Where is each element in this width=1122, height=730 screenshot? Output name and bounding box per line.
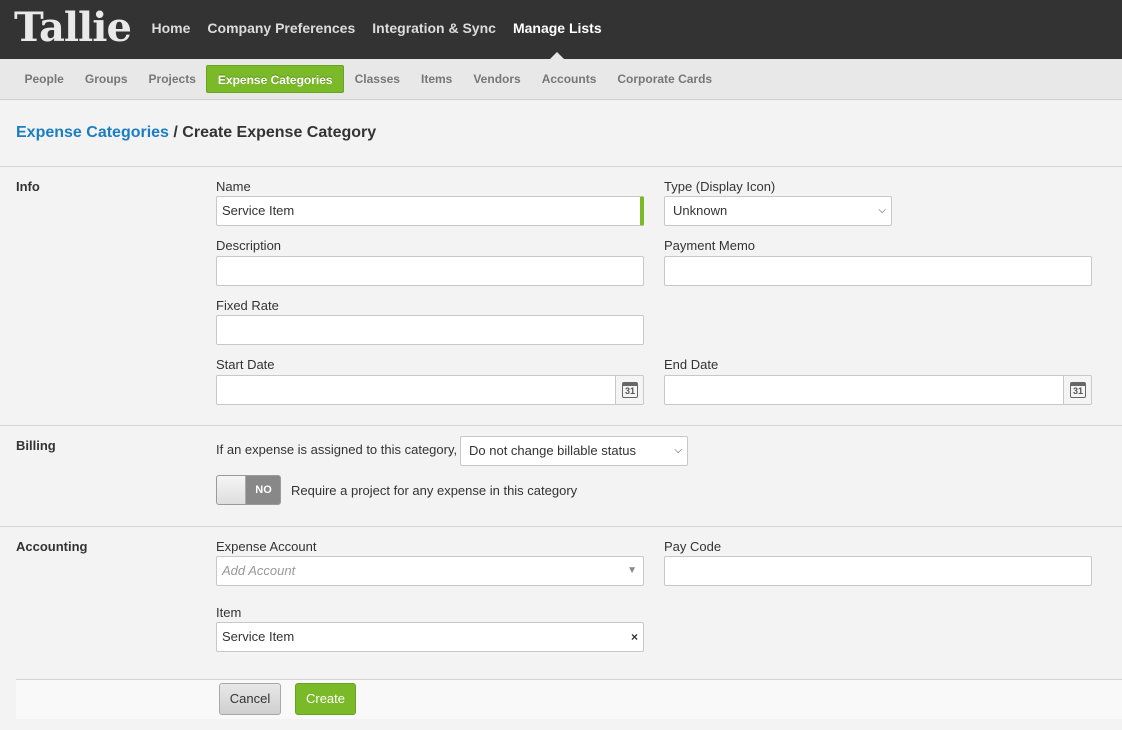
end-date-label: End Date bbox=[664, 357, 719, 372]
chevron-down-icon: ⌵ bbox=[674, 445, 682, 456]
toggle-state: NO bbox=[255, 484, 272, 496]
subnav-people[interactable]: People bbox=[14, 65, 74, 93]
require-project-text: Require a project for any expense in thi… bbox=[291, 483, 578, 498]
caret-down-icon: ▼ bbox=[627, 565, 637, 576]
type-select[interactable]: Unknown ⌵ bbox=[664, 196, 892, 226]
main-nav: Home Company Preferences Integration & S… bbox=[143, 0, 610, 59]
expense-account-placeholder: Add Account bbox=[222, 563, 296, 578]
subnav-classes[interactable]: Classes bbox=[344, 65, 410, 93]
tallie-logo[interactable]: Tallie bbox=[14, 6, 132, 50]
section-info-label: Info bbox=[16, 179, 40, 194]
nav-integration-sync[interactable]: Integration & Sync bbox=[364, 0, 505, 59]
create-button[interactable]: Create bbox=[295, 683, 356, 715]
subnav-vendors[interactable]: Vendors bbox=[463, 65, 531, 93]
type-label: Type (Display Icon) bbox=[664, 179, 776, 194]
nav-home[interactable]: Home bbox=[143, 0, 199, 59]
name-input[interactable]: Service Item bbox=[216, 196, 644, 226]
fixed-rate-input[interactable] bbox=[216, 315, 644, 345]
nav-manage-lists[interactable]: Manage Lists bbox=[504, 0, 610, 59]
cancel-button[interactable]: Cancel bbox=[219, 683, 281, 715]
billable-status-value: Do not change billable status bbox=[469, 443, 636, 458]
end-date-calendar-button[interactable]: 31 bbox=[1063, 376, 1091, 404]
calendar-icon: 31 bbox=[622, 382, 638, 398]
subnav-expense-categories[interactable]: Expense Categories bbox=[206, 65, 345, 93]
pay-code-input[interactable] bbox=[664, 556, 1092, 586]
subnav-groups[interactable]: Groups bbox=[74, 65, 138, 93]
item-select[interactable]: Service Item × bbox=[216, 622, 644, 652]
chevron-down-icon: ⌵ bbox=[878, 205, 886, 216]
start-date-label: Start Date bbox=[216, 357, 275, 372]
billable-status-select[interactable]: Do not change billable status ⌵ bbox=[460, 436, 688, 466]
section-accounting-label: Accounting bbox=[16, 539, 88, 554]
breadcrumb-link-expense-categories[interactable]: Expense Categories bbox=[16, 124, 169, 141]
description-label: Description bbox=[216, 238, 282, 253]
payment-memo-label: Payment Memo bbox=[664, 238, 756, 253]
breadcrumb-current: / Create Expense Category bbox=[168, 124, 377, 141]
divider bbox=[0, 425, 1122, 426]
fixed-rate-label: Fixed Rate bbox=[216, 298, 279, 313]
description-input[interactable] bbox=[216, 256, 644, 286]
require-project-toggle[interactable]: NO bbox=[216, 475, 281, 505]
start-date-input[interactable]: 31 bbox=[216, 375, 644, 405]
end-date-input[interactable]: 31 bbox=[664, 375, 1092, 405]
name-label: Name bbox=[216, 179, 251, 194]
expense-account-label: Expense Account bbox=[216, 539, 317, 554]
item-label: Item bbox=[216, 605, 242, 620]
item-value: Service Item bbox=[222, 629, 295, 644]
subnav-corporate-cards[interactable]: Corporate Cards bbox=[607, 65, 723, 93]
expense-account-select[interactable]: Add Account ▼ bbox=[216, 556, 644, 586]
billing-assigned-text: If an expense is assigned to this catego… bbox=[216, 442, 458, 457]
nav-company-preferences[interactable]: Company Preferences bbox=[199, 0, 364, 59]
calendar-icon: 31 bbox=[1070, 382, 1086, 398]
start-date-calendar-button[interactable]: 31 bbox=[615, 376, 643, 404]
type-select-value: Unknown bbox=[673, 203, 728, 218]
pay-code-label: Pay Code bbox=[664, 539, 722, 554]
divider bbox=[0, 526, 1122, 527]
toggle-knob bbox=[217, 476, 246, 504]
payment-memo-input[interactable] bbox=[664, 256, 1092, 286]
subnav-items[interactable]: Items bbox=[410, 65, 462, 93]
section-billing-label: Billing bbox=[16, 438, 56, 453]
top-bar: Tallie Home Company Preferences Integrat… bbox=[0, 0, 1122, 59]
form-footer bbox=[16, 679, 1122, 719]
subnav-projects[interactable]: Projects bbox=[138, 65, 206, 93]
divider bbox=[0, 166, 1122, 167]
clear-icon[interactable]: × bbox=[631, 623, 638, 651]
sub-nav: People Groups Projects Expense Categorie… bbox=[0, 59, 1122, 100]
page-title: Expense Categories / Create Expense Cate… bbox=[16, 124, 376, 142]
subnav-accounts[interactable]: Accounts bbox=[531, 65, 607, 93]
